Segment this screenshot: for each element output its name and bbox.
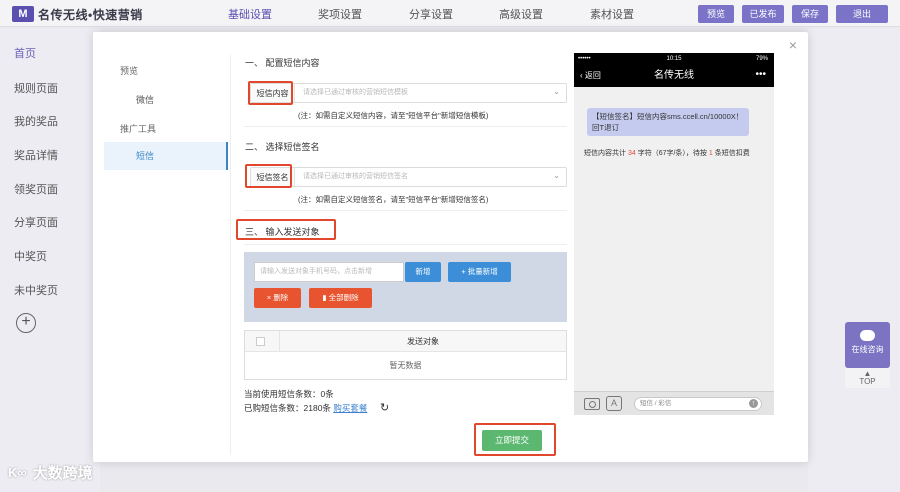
divider — [230, 55, 231, 455]
phone-status-bar: •••••• 10:15 79% — [574, 53, 774, 65]
tab-advanced-settings[interactable]: 高级设置 — [499, 6, 543, 22]
close-icon[interactable]: × — [786, 38, 800, 52]
bought-sms-label: 已购短信条数： — [244, 403, 304, 413]
phone-time: 10:15 — [666, 56, 682, 62]
published-button[interactable]: 已发布 — [742, 5, 784, 23]
highlight-recipients — [236, 219, 336, 240]
logo-icon: M — [12, 6, 34, 22]
count-mid: 字符（67字/条），待按 — [635, 150, 709, 157]
phone-input-bar: A 短信 / 彩信 ↑ — [574, 391, 774, 415]
menu-item-wechat[interactable]: 微信 — [136, 93, 154, 106]
tab-prize-settings[interactable]: 奖项设置 — [318, 6, 362, 22]
top-label: TOP — [859, 377, 876, 386]
sms-signature-note: (注：如需自定义短信签名，请至"短信平台"新增短信签名) — [298, 195, 489, 204]
menu-item-sms[interactable]: 短信 — [104, 142, 228, 170]
tab-basic-settings[interactable]: 基础设置 — [228, 6, 272, 22]
left-nav-item-claim[interactable]: 领奖页面 — [14, 181, 58, 197]
back-to-top-button[interactable]: ▲ TOP — [845, 368, 890, 388]
more-icon: ••• — [755, 69, 766, 80]
bought-sms-value: 2180条 — [303, 403, 331, 413]
table-header: 发送对象 — [245, 331, 566, 352]
menu-group-promo: 推广工具 — [120, 124, 157, 134]
left-nav-item-share[interactable]: 分享页面 — [14, 214, 58, 230]
left-nav-item-prize-details[interactable]: 奖品详情 — [14, 147, 58, 163]
online-chat-label: 在线咨询 — [851, 345, 884, 354]
count-post: 条短信扣费 — [712, 150, 750, 157]
watermark: K∞ 大数跨境 — [8, 462, 93, 483]
phone-title: 名传无线 — [654, 70, 694, 81]
column-header-recipient: 发送对象 — [279, 331, 566, 352]
select-all-checkbox[interactable] — [256, 337, 265, 346]
highlight-sms-content — [248, 81, 293, 105]
sms-content-select[interactable]: 短信内容 请选择已通过审核的营销短信模板 ⌄ — [250, 83, 567, 103]
online-chat-button[interactable]: 在线咨询 — [845, 322, 890, 368]
used-sms-value: 0条 — [320, 389, 334, 399]
delete-all-button[interactable]: ▮ 全部删除 — [309, 288, 372, 308]
battery-level: 79% — [755, 56, 768, 62]
watermark-logo-icon: K∞ — [8, 465, 27, 480]
add-page-icon[interactable]: + — [16, 313, 36, 333]
left-nav-item-lose[interactable]: 未中奖页 — [14, 282, 58, 298]
save-button[interactable]: 保存 — [792, 5, 828, 23]
batch-add-button[interactable]: + 批量新增 — [448, 262, 511, 282]
chat-bubble-icon — [860, 330, 875, 341]
delete-all-label: 全部删除 — [328, 293, 359, 302]
tab-material-settings[interactable]: 素材设置 — [590, 6, 634, 22]
phone-input-placeholder: 短信 / 彩信 — [640, 400, 672, 407]
char-count-value: 34 — [627, 150, 636, 157]
submit-button[interactable]: 立即提交 — [482, 430, 542, 451]
exit-button[interactable]: 退出 — [836, 5, 888, 23]
phone-message-input: 短信 / 彩信 ↑ — [634, 397, 762, 411]
tab-share-settings[interactable]: 分享设置 — [409, 6, 453, 22]
sms-content-note: (注：如需自定义短信内容，请至"短信平台"新增短信模板) — [298, 111, 489, 120]
add-button[interactable]: 新增 — [405, 262, 441, 282]
left-nav-item-rules[interactable]: 规则页面 — [14, 80, 58, 96]
phone-back-label: 返回 — [584, 71, 601, 80]
used-sms-label: 当前使用短信条数： — [244, 389, 321, 399]
buy-package-link[interactable]: 购买套餐 — [333, 403, 367, 413]
empty-state: 暂无数据 — [389, 361, 422, 370]
right-background — [808, 28, 900, 492]
section-sms-content-title: 一、 配置短信内容 — [245, 58, 320, 68]
chevron-down-icon: ⌄ — [553, 87, 560, 96]
count-pre: 短信内容共计 — [584, 150, 628, 157]
watermark-text: 大数跨境 — [32, 465, 93, 482]
divider — [244, 244, 567, 245]
divider — [244, 126, 567, 127]
preview-button[interactable]: 预览 — [698, 5, 734, 23]
chevron-down-icon: ⌄ — [553, 171, 560, 180]
logo-text: 名传无线•快速营销 — [38, 7, 143, 22]
send-arrow-icon: ↑ — [749, 399, 758, 408]
divider — [244, 210, 567, 211]
bought-sms-count: 已购短信条数：2180条 购买套餐 — [244, 402, 367, 414]
sms-preview-bubble: 【短信签名】短信内容sms.ccell.cn/10000X！回T退订 — [587, 108, 749, 136]
recipients-table: 发送对象 暂无数据 — [244, 330, 567, 380]
left-nav-item-home[interactable]: 首页 — [14, 45, 36, 61]
left-nav-item-win[interactable]: 中奖页 — [14, 248, 47, 264]
camera-icon — [584, 398, 600, 410]
refresh-icon[interactable]: ↻ — [380, 401, 389, 414]
phone-nav-bar: 名传无线 ‹ 返回 ••• — [574, 65, 774, 87]
app-store-icon: A — [606, 396, 622, 411]
phone-preview: •••••• 10:15 79% 名传无线 ‹ 返回 ••• 【短信签名】短信内… — [574, 53, 774, 415]
sms-content-placeholder: 请选择已通过审核的营销短信模板 — [303, 89, 408, 96]
highlight-sms-signature — [245, 164, 292, 188]
delete-button[interactable]: × 删除 — [254, 288, 301, 308]
sms-char-count: 短信内容共计 34 字符（67字/条），待按 1 条短信扣费 — [584, 148, 750, 158]
sms-signature-placeholder: 请选择已通过审核的营销短信签名 — [303, 173, 408, 180]
section-sms-signature-title: 二、 选择短信签名 — [245, 142, 320, 152]
used-sms-count: 当前使用短信条数：0条 — [244, 388, 334, 400]
sms-signature-select[interactable]: 短信签名 请选择已通过审核的营销短信签名 ⌄ — [250, 167, 567, 187]
phone-back: ‹ 返回 — [580, 65, 601, 87]
phone-number-input[interactable]: 请输入发送对象手机号码，点击新增 — [254, 262, 404, 282]
menu-group-preview: 预览 — [120, 66, 139, 76]
app-logo: M 名传无线•快速营销 — [12, 5, 143, 23]
left-nav-item-my-prizes[interactable]: 我的奖品 — [14, 113, 58, 129]
